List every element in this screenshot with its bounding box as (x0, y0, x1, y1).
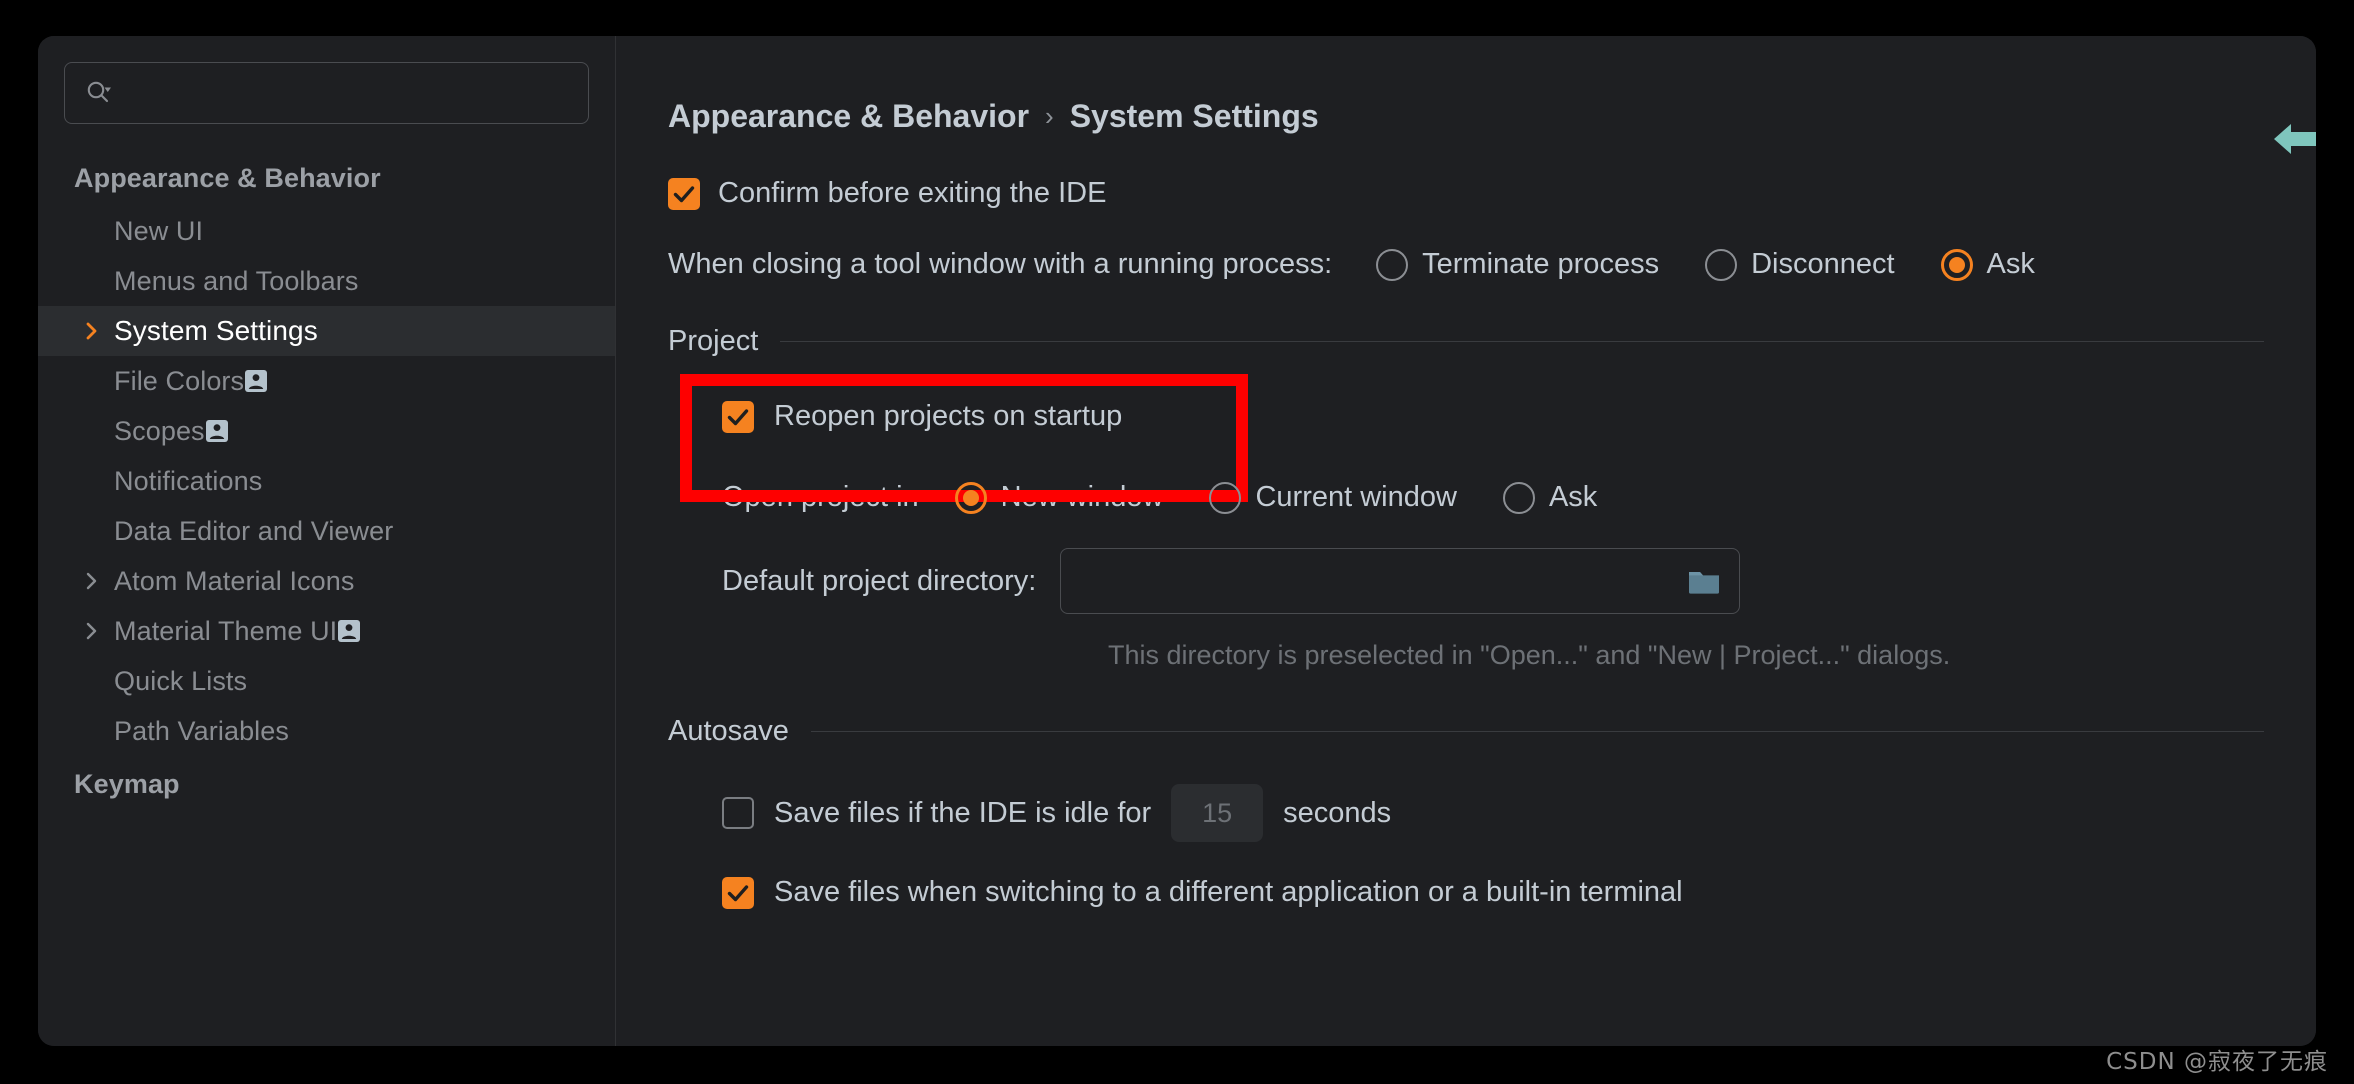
search-input[interactable] (123, 63, 588, 123)
radio-current-window-button[interactable] (1209, 481, 1242, 514)
autosave-section-header: Autosave (668, 715, 2316, 748)
sidebar-item-label: Notifications (114, 465, 263, 496)
sidebar-item-system-settings[interactable]: System Settings (38, 306, 615, 356)
radio-ask-openproject-button[interactable] (1502, 481, 1535, 514)
sidebar-item-label: Quick Lists (114, 665, 248, 696)
reopen-projects-row[interactable]: Reopen projects on startup (668, 374, 2316, 459)
radio-new-window[interactable]: New window (954, 481, 1164, 514)
sidebar-item-quick-lists[interactable]: Quick Lists (38, 656, 615, 706)
section-divider (780, 341, 2264, 342)
radio-new-window-button[interactable] (954, 481, 987, 514)
sidebar-item-path-variables[interactable]: Path Variables (38, 706, 615, 756)
default-project-directory-hint: This directory is preselected in "Open..… (1108, 640, 1951, 670)
default-project-directory-field[interactable] (1060, 548, 1741, 614)
sidebar-item-notifications[interactable]: Notifications (38, 456, 615, 506)
sidebar-item-keymap[interactable]: Keymap (38, 756, 615, 812)
settings-dialog: Appearance & Behavior New UI Menus and T… (38, 36, 2316, 1046)
sidebar-item-label: Path Variables (114, 715, 290, 746)
reopen-projects-label: Reopen projects on startup (774, 400, 1123, 432)
closing-tool-window-question: When closing a tool window with a runnin… (668, 248, 1333, 280)
open-project-in-label: Open project in (722, 481, 919, 513)
radio-current-window[interactable]: Current window (1209, 481, 1457, 514)
project-section-header: Project (668, 325, 2316, 358)
default-project-directory-row: Default project directory: (668, 548, 2316, 614)
sidebar-item-scopes[interactable]: Scopes (38, 406, 615, 456)
project-section-title: Project (668, 325, 759, 357)
autosave-section-title: Autosave (668, 715, 789, 747)
plugin-badge-icon (205, 419, 229, 443)
settings-main-panel: Appearance & Behavior › System Settings … (616, 36, 2316, 1046)
idle-save-label-after: seconds (1283, 796, 1392, 829)
sidebar-item-label: File Colors (114, 365, 245, 396)
settings-sidebar: Appearance & Behavior New UI Menus and T… (38, 36, 616, 1046)
confirm-exit-label: Confirm before exiting the IDE (718, 177, 1107, 209)
sidebar-item-label: Appearance & Behavior (74, 162, 381, 193)
sidebar-item-label: Data Editor and Viewer (114, 515, 394, 546)
radio-terminate-process-button[interactable] (1376, 248, 1409, 281)
idle-save-label-before: Save files if the IDE is idle for (774, 796, 1152, 829)
default-project-directory-label: Default project directory: (722, 564, 1037, 597)
radio-current-window-label: Current window (1255, 481, 1457, 513)
breadcrumb-root[interactable]: Appearance & Behavior (668, 98, 1029, 135)
sidebar-item-label: System Settings (114, 315, 318, 346)
switch-save-label: Save files when switching to a different… (774, 876, 1683, 908)
breadcrumb-current: System Settings (1069, 98, 1319, 134)
confirm-exit-checkbox[interactable] (668, 177, 700, 210)
section-divider (810, 731, 2264, 732)
radio-disconnect-label: Disconnect (1751, 248, 1895, 280)
search-icon (85, 79, 113, 107)
radio-ask-toolwindow-label: Ask (1986, 248, 2035, 280)
settings-content: Confirm before exiting the IDE When clos… (616, 135, 2316, 909)
sidebar-item-data-editor-and-viewer[interactable]: Data Editor and Viewer (38, 506, 615, 556)
radio-disconnect-button[interactable] (1705, 248, 1738, 281)
watermark: CSDN @寂夜了无痕 (2106, 1049, 2328, 1075)
default-project-directory-input[interactable] (1077, 549, 1688, 613)
sidebar-item-label: Material Theme UI (114, 615, 338, 646)
screenshot-root: Appearance & Behavior New UI Menus and T… (0, 0, 2354, 1084)
sidebar-item-material-theme-ui[interactable]: Material Theme UI (38, 606, 615, 656)
sidebar-item-label: New UI (114, 215, 204, 246)
radio-ask-toolwindow-button[interactable] (1940, 248, 1973, 281)
settings-tree: Appearance & Behavior New UI Menus and T… (38, 150, 615, 812)
sidebar-item-atom-material-icons[interactable]: Atom Material Icons (38, 556, 615, 606)
idle-save-checkbox[interactable] (722, 797, 754, 829)
radio-ask-openproject[interactable]: Ask (1502, 481, 1598, 514)
sidebar-item-menus-and-toolbars[interactable]: Menus and Toolbars (38, 256, 615, 306)
sidebar-item-label: Atom Material Icons (114, 565, 355, 596)
sidebar-item-label: Menus and Toolbars (114, 265, 359, 296)
switch-save-row[interactable]: Save files when switching to a different… (668, 876, 2316, 909)
sidebar-item-new-ui[interactable]: New UI (38, 206, 615, 256)
sidebar-item-label: Scopes (114, 415, 205, 446)
plugin-badge-icon (337, 619, 361, 643)
switch-save-checkbox[interactable] (722, 876, 754, 909)
open-project-in-row: Open project in New window Current windo… (668, 481, 2316, 514)
radio-terminate-process-label: Terminate process (1422, 248, 1660, 280)
radio-terminate-process[interactable]: Terminate process (1376, 248, 1659, 281)
confirm-exit-row[interactable]: Confirm before exiting the IDE (668, 177, 2316, 210)
sidebar-item-file-colors[interactable]: File Colors (38, 356, 615, 406)
plugin-badge-icon (244, 369, 268, 393)
radio-ask-openproject-label: Ask (1548, 481, 1598, 513)
sidebar-item-appearance-behavior[interactable]: Appearance & Behavior (38, 150, 615, 206)
closing-tool-window-row: When closing a tool window with a runnin… (668, 248, 2316, 281)
breadcrumb-separator-icon: › (1045, 101, 1054, 131)
folder-icon[interactable] (1687, 566, 1721, 596)
project-settings-block: Reopen projects on startup Open project … (668, 374, 2316, 671)
sidebar-search[interactable] (64, 62, 589, 124)
sidebar-item-label: Keymap (74, 768, 180, 799)
breadcrumb: Appearance & Behavior › System Settings (616, 98, 2316, 135)
radio-new-window-label: New window (1000, 481, 1164, 513)
idle-save-row: Save files if the IDE is idle for 15 sec… (668, 784, 2316, 842)
idle-seconds-input[interactable]: 15 (1171, 784, 1264, 842)
radio-ask-toolwindow[interactable]: Ask (1940, 248, 2035, 281)
reopen-projects-checkbox[interactable] (722, 400, 754, 433)
radio-disconnect[interactable]: Disconnect (1705, 248, 1895, 281)
